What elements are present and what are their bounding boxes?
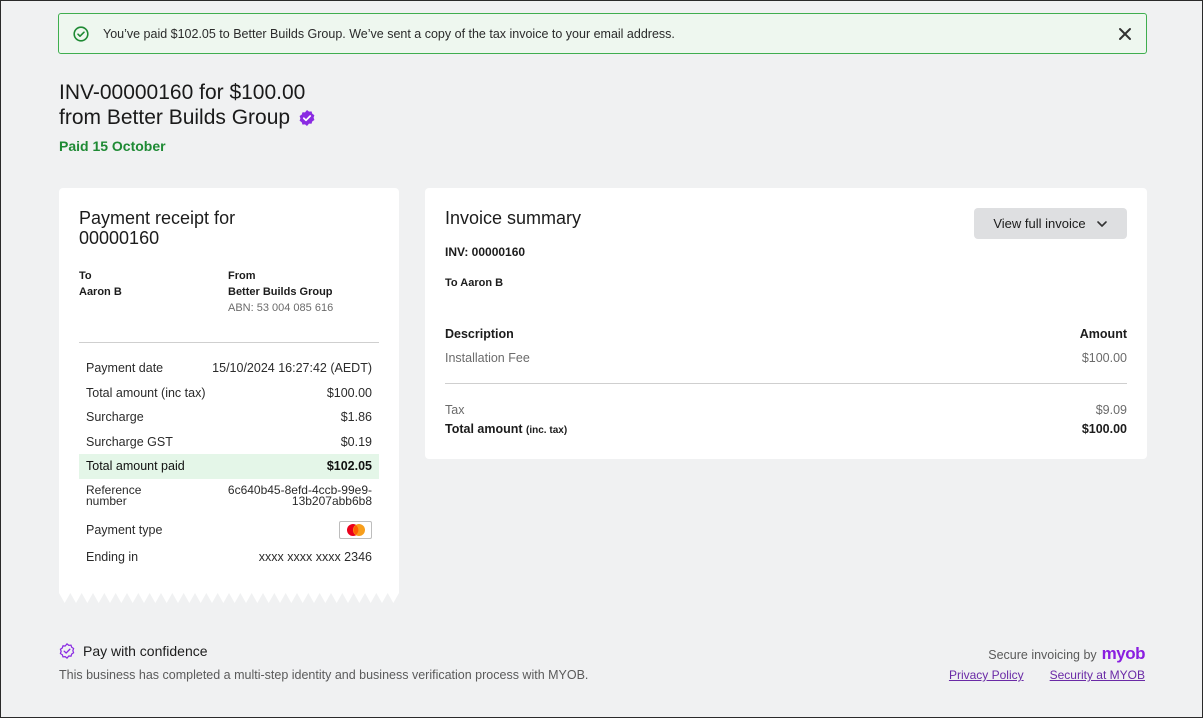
amount-header: Amount [1079,327,1127,341]
page-title: INV-00000160 for $100.00 from Better Bui… [59,80,316,130]
row-value: $1.86 [340,410,372,425]
receipt-row-total-paid: Total amount paid $102.05 [79,454,379,479]
total-amount: $100.00 [1081,422,1127,436]
invoice-summary-card: Invoice summary View full invoice INV: 0… [425,188,1147,459]
invoice-title: INV-00000160 for $100.00 [59,81,306,104]
verified-badge-icon [298,109,316,127]
myob-logo: myob [1101,644,1146,663]
total-label-text: Total amount [445,422,523,436]
payment-receipt-card: Payment receipt for 00000160 To Aaron B … [59,188,399,591]
banner-message: You’ve paid $102.05 to Better Builds Gro… [103,26,675,41]
receipt-row-total-inc-tax: Total amount (inc tax) $100.00 [79,381,379,406]
from-label: From [228,270,256,282]
receipt-torn-edge [59,589,399,603]
receipt-row-payment-type: Payment type [79,515,379,545]
receipt-row-payment-date: Payment date 15/10/2024 16:27:42 (AEDT) [79,356,379,381]
to-name: Aaron B [79,286,122,298]
secure-text: Secure invoicing by [988,648,1097,662]
row-label: Ending in [86,549,139,564]
row-label: Payment date [86,361,164,376]
check-circle-icon [73,25,89,42]
receipt-row-surcharge-gst: Surcharge GST $0.19 [79,430,379,455]
paid-status: Paid 15 October [59,138,166,154]
from-name: Better Builds Group [228,286,333,298]
receipt-details: Payment date 15/10/2024 16:27:42 (AEDT) … [79,356,379,569]
row-label: Reference number [86,482,142,508]
privacy-policy-link[interactable]: Privacy Policy [949,668,1024,682]
row-value: $102.05 [326,459,372,474]
invoice-to: To Aaron B [445,277,504,289]
summary-title: Invoice summary [445,208,582,228]
receipt-title: Payment receipt for 00000160 [79,208,236,248]
row-label: Total amount paid [86,459,185,474]
divider [79,342,379,343]
row-label: Payment type [86,522,163,537]
secure-invoicing: Secure invoicing by myob [988,644,1145,664]
mastercard-icon [339,520,372,539]
business-name: from Better Builds Group [59,106,291,129]
receipt-row-ending-in: Ending in xxxx xxxx xxxx 2346 [79,545,379,570]
row-value: $0.19 [340,434,372,449]
receipt-row-reference: Reference number 6c640b45-8efd-4ccb-99e9… [79,479,379,515]
line-item-amount: $100.00 [1081,351,1127,365]
confidence-title: Pay with confidence [83,643,208,659]
abn: ABN: 53 004 085 616 [228,302,334,314]
receipt-row-surcharge: Surcharge $1.86 [79,405,379,430]
row-label: Surcharge [86,410,144,425]
chevron-down-icon [1096,218,1108,230]
payment-success-banner: You’ve paid $102.05 to Better Builds Gro… [58,13,1147,54]
row-value: 6c640b45-8efd-4ccb-99e9-13b207abb6b8 [227,482,372,508]
total-label: Total amount (inc. tax) [445,422,567,436]
row-label: Total amount (inc tax) [86,385,206,400]
row-value: 15/10/2024 16:27:42 (AEDT) [212,361,372,376]
view-full-invoice-button[interactable]: View full invoice [974,208,1127,239]
pay-with-confidence: Pay with confidence [59,643,208,659]
close-icon[interactable] [1118,27,1132,41]
tax-amount: $9.09 [1095,403,1127,417]
total-label-note: (inc. tax) [526,425,568,436]
line-item-description: Installation Fee [445,351,530,365]
row-value: $100.00 [326,385,372,400]
to-label: To [79,270,92,282]
row-value: xxxx xxxx xxxx 2346 [258,549,372,564]
invoice-number: INV: 00000160 [445,245,526,259]
view-full-invoice-label: View full invoice [993,216,1086,231]
row-label: Surcharge GST [86,434,173,449]
description-header: Description [445,327,514,341]
tax-label: Tax [445,403,465,417]
footer-links: Privacy Policy Security at MYOB [949,668,1145,682]
confidence-description: This business has completed a multi-step… [59,668,589,682]
divider [445,383,1127,384]
verified-badge-icon [59,643,75,659]
security-at-myob-link[interactable]: Security at MYOB [1050,668,1145,682]
